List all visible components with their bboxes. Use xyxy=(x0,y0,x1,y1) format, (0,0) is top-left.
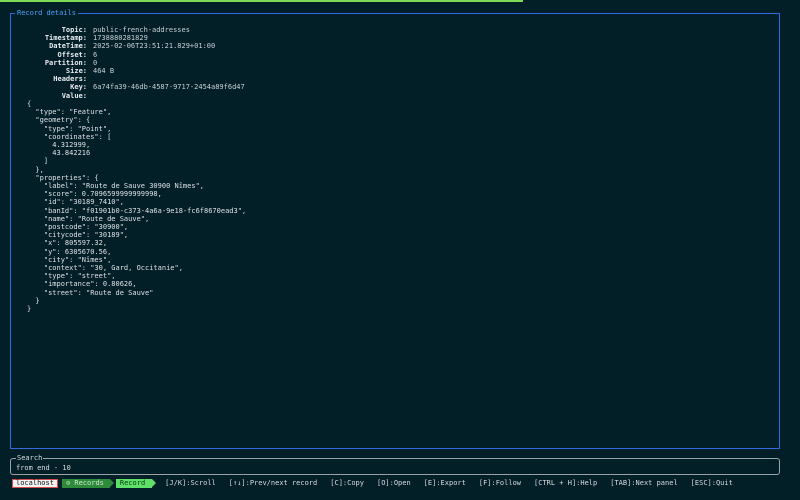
json-line: "y": 6305670.56, xyxy=(27,247,112,256)
meta-row-timestamp: Timestamp: 1738880281829 xyxy=(31,34,245,42)
json-line: "importance": 0.80626, xyxy=(27,280,137,289)
json-line: }, xyxy=(27,165,44,174)
shortcut-hint: [F]:Follow xyxy=(478,479,522,488)
json-line: "street": "Route de Sauve" xyxy=(27,288,154,297)
search-title: Search xyxy=(16,454,44,463)
meta-key: Size: xyxy=(65,67,87,76)
json-line: "postcode": "30900", xyxy=(27,223,129,232)
search-input[interactable]: from end - 10 xyxy=(16,464,71,472)
meta-row-key: Key: 6a74fa39-46db-4587-9717-2454a89f6d47 xyxy=(31,83,245,91)
meta-value: 0 xyxy=(93,58,98,67)
shortcut-hint: [C]:Copy xyxy=(330,479,364,488)
json-line: "context": "30, Gard, Occitanie", xyxy=(27,264,183,273)
json-line: } xyxy=(27,305,32,314)
json-line: 43.842216 xyxy=(27,149,91,158)
meta-value: 6a74fa39-46db-4587-9717-2454a89f6d47 xyxy=(93,83,245,92)
shortcut-hint: [↑↓]:Prev/next record xyxy=(228,479,318,488)
json-line: { xyxy=(27,100,32,108)
json-line: "coordinates": [ xyxy=(27,132,112,141)
meta-row-datetime: DateTime: 2025-02-06T23:51:21.829+01:00 xyxy=(31,42,245,50)
json-line: "type": "Feature", xyxy=(27,108,112,117)
json-line: "type": "street", xyxy=(27,272,116,281)
meta-value: 1738880281829 xyxy=(93,34,148,43)
meta-key: Offset: xyxy=(57,50,87,59)
meta-value: public-french-addresses xyxy=(93,26,190,34)
status-bar: localhost ⊙ Records Record [J/K]:Scroll[… xyxy=(12,479,733,488)
panel-title: Record details xyxy=(15,9,79,18)
json-line: "type": "Point", xyxy=(27,124,112,133)
json-line: "name": "Route de Sauve", xyxy=(27,214,150,223)
meta-key: Value: xyxy=(61,91,87,100)
meta-row-value: Value: xyxy=(31,92,245,100)
json-line: "x": 805597.32, xyxy=(27,239,108,248)
meta-value: 6 xyxy=(93,50,98,59)
meta-row-topic: Topic: public-french-addresses xyxy=(31,26,245,34)
meta-key: Headers: xyxy=(53,75,87,84)
json-line: } xyxy=(27,296,40,305)
json-line: "citycode": "30189", xyxy=(27,231,129,240)
meta-key: DateTime: xyxy=(49,42,87,51)
json-line: "banId": "f01901b0-c373-4a6a-9e18-fc6f86… xyxy=(27,206,247,215)
meta-row-size: Size: 464 B xyxy=(31,67,245,75)
shortcut-hint: [O]:Open xyxy=(376,479,411,488)
shortcut-hint: [J/K]:Scroll xyxy=(165,479,216,488)
shortcut-hint: [CTRL + H]:Help xyxy=(534,479,598,488)
meta-key: Key: xyxy=(70,83,87,92)
meta-row-partition: Partition: 0 xyxy=(31,59,245,67)
shortcut-hint: [ESC]:Quit xyxy=(690,479,733,488)
json-line: "id": "30189_7410", xyxy=(27,198,124,207)
progress-line xyxy=(0,0,523,2)
json-line: 4.312999, xyxy=(27,141,91,150)
record-details-panel[interactable]: Record details Topic: public-french-addre… xyxy=(10,9,780,449)
json-line: "score": 0.7096599999999998, xyxy=(27,190,162,199)
record-metadata: Topic: public-french-addresses Timestamp:… xyxy=(31,26,245,100)
meta-key: Partition: xyxy=(44,58,87,67)
json-line: "label": "Route de Sauve 30900 Nîmes", xyxy=(27,182,205,191)
search-box[interactable]: Search from end - 10 xyxy=(10,454,780,475)
json-line: ] xyxy=(27,157,49,166)
shortcut-hint: [TAB]:Next panel xyxy=(610,479,678,488)
breadcrumb-records[interactable]: ⊙ Records xyxy=(61,479,114,488)
meta-value: 2025-02-06T23:51:21.829+01:00 xyxy=(93,42,216,51)
meta-row-headers: Headers: xyxy=(31,75,245,83)
meta-row-offset: Offset: 6 xyxy=(31,51,245,59)
host-badge: localhost xyxy=(12,479,58,488)
json-line: "city": "Nîmes", xyxy=(27,255,112,264)
breadcrumb-record: Record xyxy=(115,479,157,488)
meta-key: Topic: xyxy=(61,26,87,34)
meta-value: 464 B xyxy=(93,67,115,76)
json-line: "properties": { xyxy=(27,173,99,182)
meta-key: Timestamp: xyxy=(44,34,87,43)
json-line: "geometry": { xyxy=(27,116,91,125)
json-value-view[interactable]: { "type": "Feature", "geometry": { "type… xyxy=(27,100,246,313)
shortcut-hint: [E]:Export xyxy=(423,479,466,488)
keyboard-shortcuts: [J/K]:Scroll [↑↓]:Prev/next record [C]:Cop… xyxy=(152,479,733,487)
